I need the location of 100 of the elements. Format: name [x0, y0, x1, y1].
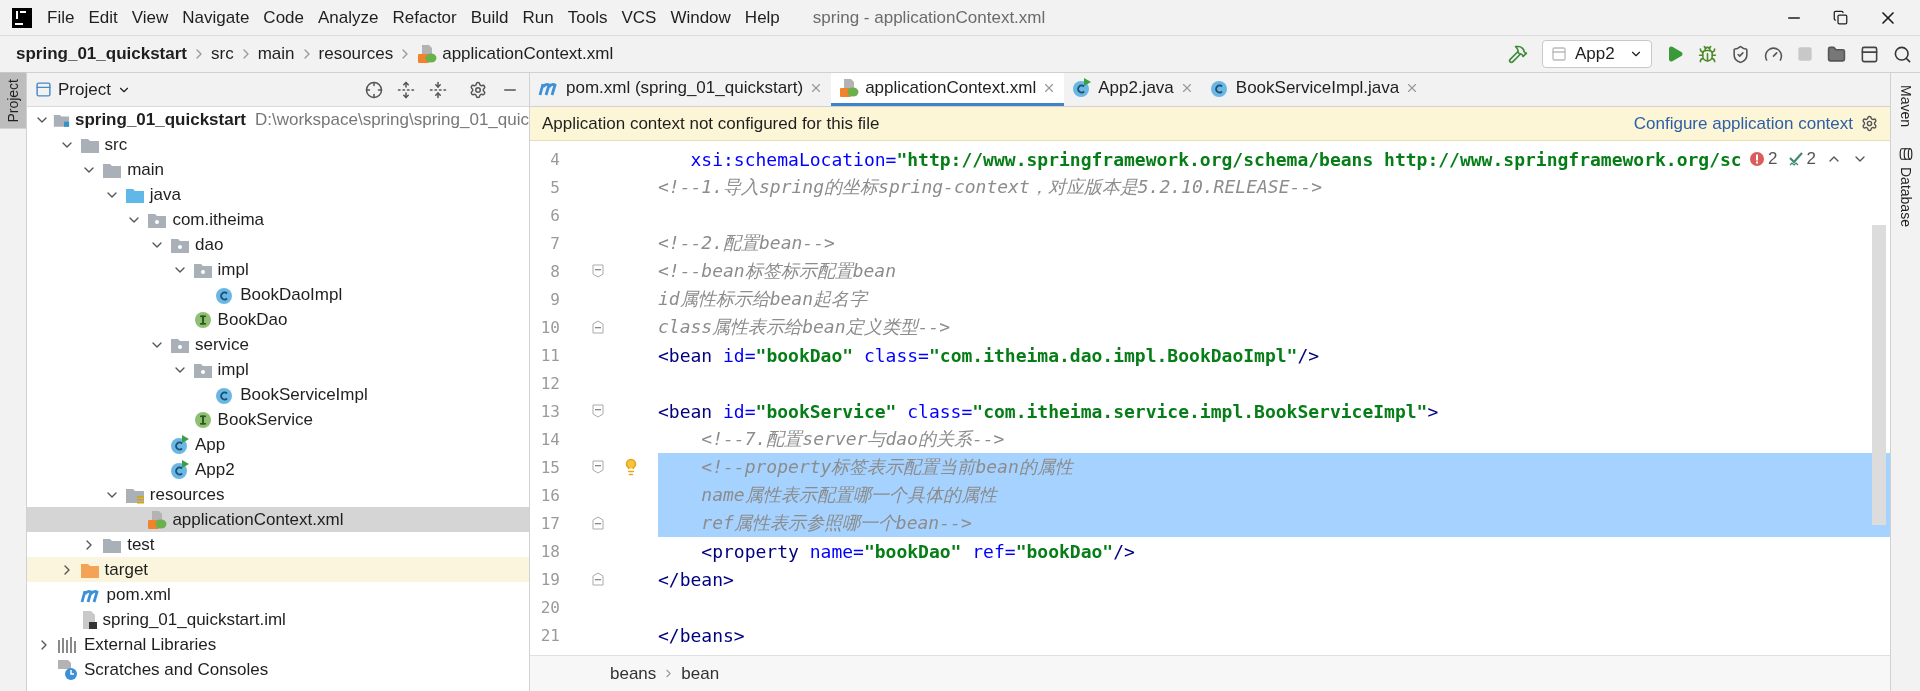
tree-item-label: dao — [195, 234, 224, 255]
tree-item[interactable]: resources — [27, 482, 529, 507]
profile-icon[interactable] — [1764, 44, 1783, 64]
hammer-icon[interactable] — [1508, 44, 1528, 64]
tree-item[interactable]: BookService — [27, 407, 529, 432]
debug-icon[interactable] — [1698, 44, 1717, 64]
tool-window-tab[interactable]: Database — [1894, 145, 1917, 229]
menu-item[interactable]: File — [40, 4, 82, 31]
line-number: 12 — [539, 373, 560, 393]
menu-item[interactable]: Edit — [81, 4, 125, 31]
locate-icon[interactable] — [365, 80, 383, 99]
tree-item[interactable]: service — [27, 332, 529, 357]
tree-item-label: main — [127, 159, 165, 180]
tree-item-label: BookService — [217, 409, 314, 430]
tree-item[interactable]: impl — [27, 357, 529, 382]
scratches-icon — [57, 658, 79, 681]
menu-item[interactable]: Help — [737, 4, 787, 31]
tree-item-label: service — [195, 334, 249, 355]
fold-icon[interactable] — [592, 264, 604, 278]
tree-item-label: pom.xml — [106, 584, 171, 605]
breadcrumb[interactable]: src — [211, 44, 234, 64]
configure-link[interactable]: Configure application context — [1633, 113, 1853, 134]
fold-end-icon[interactable] — [592, 516, 604, 530]
xml-file-icon — [839, 78, 860, 98]
tree-item[interactable]: Scratches and Consoles — [27, 657, 529, 682]
run-configuration-dropdown[interactable]: App2 — [1542, 40, 1652, 68]
breadcrumb[interactable]: resources — [318, 44, 394, 64]
tree-item[interactable]: src — [27, 132, 529, 157]
restore-icon[interactable] — [1833, 10, 1848, 25]
expand-all-icon[interactable] — [397, 80, 415, 99]
coverage-icon[interactable] — [1731, 44, 1750, 64]
tree-item-label: src — [104, 134, 128, 155]
class-icon — [1209, 78, 1230, 98]
menu-item[interactable]: Code — [256, 4, 311, 31]
breadcrumb[interactable]: bean — [681, 663, 720, 684]
window-icon[interactable] — [1860, 44, 1879, 64]
code-line: <!--bean标签标示配置bean — [658, 259, 897, 283]
tree-item[interactable]: impl — [27, 257, 529, 282]
menu-item[interactable]: Run — [515, 4, 561, 31]
line-number: 8 — [549, 261, 560, 281]
tree-item-label: impl — [217, 359, 249, 380]
line-number: 5 — [549, 177, 560, 197]
code-line: <property name="bookDao" ref="bookDao"/> — [700, 540, 1135, 562]
tree-item[interactable]: BookServiceImpl — [27, 382, 529, 407]
tree-item[interactable]: BookDaoImpl — [27, 282, 529, 307]
menu-item[interactable]: Window — [663, 4, 738, 31]
menu-item[interactable]: Navigate — [175, 4, 257, 31]
runnable-class-icon — [170, 459, 190, 480]
tree-item[interactable]: spring_01_quickstart.iml — [27, 607, 529, 632]
editor-tab[interactable]: App2.java — [1064, 73, 1202, 106]
breadcrumb[interactable]: applicationContext.xml — [442, 44, 614, 64]
tree-item[interactable]: com.itheima — [27, 207, 529, 232]
scrollbar-thumb[interactable] — [1872, 225, 1886, 525]
tree-item[interactable]: main — [27, 157, 529, 182]
tree-item-label: impl — [217, 259, 249, 280]
tree-item[interactable]: BookDao — [27, 307, 529, 332]
tree-item[interactable]: spring_01_quickstart D:\workspace\spring\spring_01_quic — [27, 107, 529, 132]
tree-item[interactable]: External Libraries — [27, 632, 529, 657]
fold-end-icon[interactable] — [592, 572, 604, 586]
tool-window-tab[interactable]: Project — [0, 73, 26, 129]
menu-item[interactable]: Refactor — [385, 4, 464, 31]
module-path: D:\workspace\spring\spring_01_quic — [254, 109, 529, 130]
collapse-all-icon[interactable] — [429, 80, 447, 99]
editor-tab[interactable]: pom.xml (spring_01_quickstart) — [530, 73, 832, 106]
tree-item[interactable]: App — [27, 432, 529, 457]
tree-item[interactable]: applicationContext.xml — [27, 507, 529, 532]
tool-window-tab[interactable]: Maven — [1894, 83, 1917, 130]
tree-item[interactable]: dao — [27, 232, 529, 257]
tree-item[interactable]: App2 — [27, 457, 529, 482]
fold-icon[interactable] — [592, 460, 604, 474]
editor-tab[interactable]: BookServiceImpl.java — [1201, 73, 1428, 106]
menu-item[interactable]: Build — [463, 4, 516, 31]
code-line: ref属性表示参照哪一个bean--> — [700, 511, 972, 535]
fold-end-icon[interactable] — [592, 320, 604, 334]
menu-item[interactable]: Tools — [560, 4, 615, 31]
menu-item[interactable]: VCS — [614, 4, 664, 31]
tree-item[interactable]: pom.xml — [27, 582, 529, 607]
project-view-dropdown[interactable]: Project — [35, 79, 131, 100]
menu-item[interactable]: Analyze — [311, 4, 386, 31]
code-line: </bean> — [658, 568, 734, 590]
tree-item[interactable]: target — [27, 557, 529, 582]
app-logo-icon — [12, 7, 32, 28]
menu-item[interactable]: View — [124, 4, 176, 31]
project-structure-icon[interactable] — [1827, 44, 1846, 64]
breadcrumb[interactable]: main — [257, 44, 295, 64]
tree-item[interactable]: test — [27, 532, 529, 557]
settings-icon[interactable] — [1861, 115, 1878, 132]
fold-icon[interactable] — [592, 404, 604, 418]
editor-tab[interactable]: applicationContext.xml — [831, 73, 1065, 106]
run-icon[interactable] — [1666, 45, 1684, 63]
code-line: id属性标示给bean起名字 — [658, 287, 868, 311]
code-line: <bean id="bookDao" class="com.itheima.dao.impl.BookDaoImpl"/> — [658, 344, 1320, 366]
code-line: <!--7.配置server与dao的关系--> — [700, 427, 1005, 451]
libraries-icon — [57, 635, 79, 654]
line-number: 4 — [549, 149, 560, 169]
search-icon[interactable] — [1893, 44, 1912, 64]
breadcrumb[interactable]: spring_01_quickstart — [16, 44, 187, 64]
tree-item[interactable]: java — [27, 182, 529, 207]
breadcrumb[interactable]: beans — [610, 663, 657, 684]
settings-icon[interactable] — [469, 80, 487, 99]
